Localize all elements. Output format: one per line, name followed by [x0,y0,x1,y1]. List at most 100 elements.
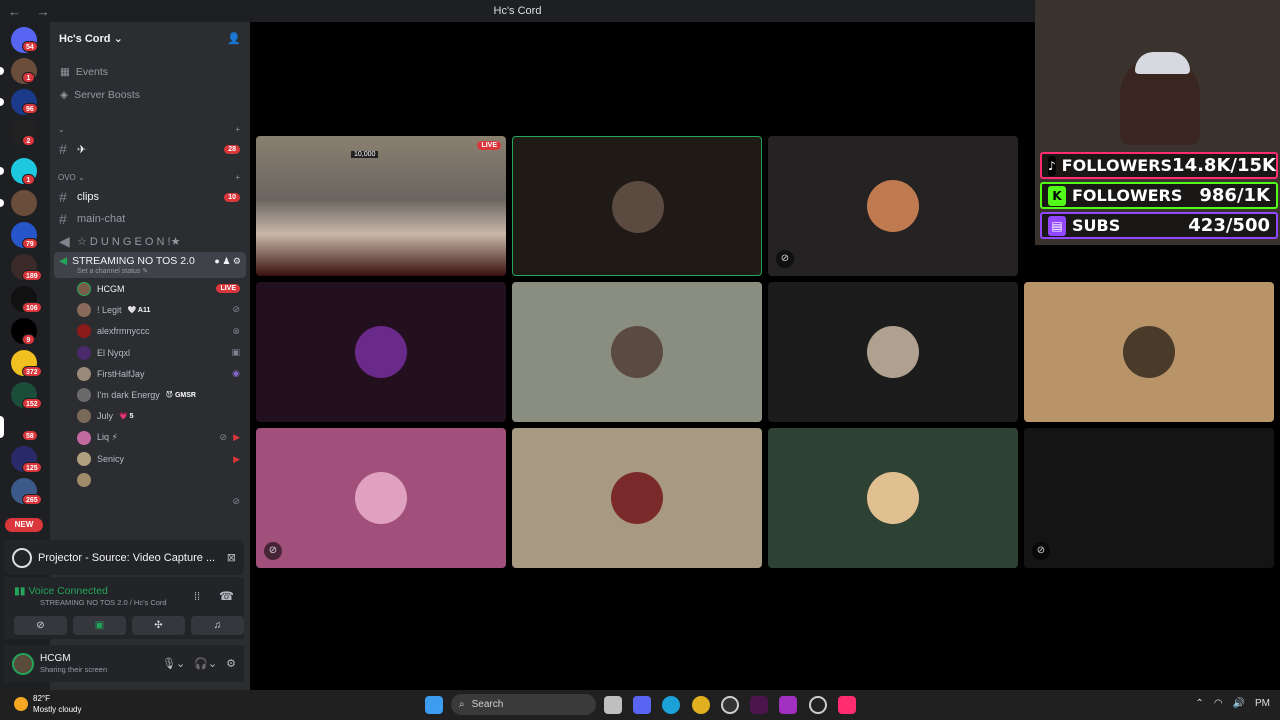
taskbar-search[interactable]: ⌕ Search [451,694,596,715]
unread-badge: 2 [22,135,35,146]
edge-icon[interactable] [662,696,680,714]
participant-tile-speaking[interactable] [512,136,762,276]
server-header[interactable]: Hc's Cord ⌄ 👤 [50,22,250,54]
search-icon: ⌕ [459,699,465,710]
avatar [77,409,91,424]
participant-tile[interactable] [1024,282,1274,422]
activities-button[interactable]: ✣ [132,616,185,635]
app-icon[interactable] [779,696,797,714]
score-readout: 10,000 [351,151,379,158]
muted-icon: ⊘ [264,542,282,560]
chrome-icon[interactable] [692,696,710,714]
add-channel-icon[interactable]: + [235,173,240,182]
media-player-icon[interactable] [721,696,739,714]
add-channel-icon[interactable]: + [235,125,240,134]
participant-tile[interactable]: ⊘ [1024,428,1274,568]
voice-channel-active[interactable]: ◀ STREAMING NO TOS 2.0 ● ♟ ⚙ Set a chann… [54,252,246,278]
participant-tile[interactable]: ⊘ [768,136,1018,276]
unread-badge: 189 [22,270,42,281]
clock[interactable]: PM [1255,698,1270,709]
avatar [77,430,91,445]
slack-icon[interactable] [750,696,768,714]
server-icon[interactable] [11,190,37,216]
participant-tile[interactable] [768,428,1018,568]
participant-tile[interactable] [512,428,762,568]
voice-user[interactable]: El Nyqxl ▣ [50,342,250,363]
voice-user[interactable] [50,470,250,491]
channel-status[interactable]: Set a channel status ✎ [77,267,241,275]
invite-people-icon[interactable]: 👤 [227,32,241,45]
windows-taskbar: 82°F Mostly cloudy ⌕ Search ⌃ ◠ 🔊 PM [0,690,1280,720]
channel-dungeon[interactable]: ◀ ☆ D U N G E O N !★ [50,230,250,252]
participant-tile[interactable] [256,282,506,422]
chat-icon[interactable]: ● ♟ ⚙ [214,256,241,267]
stream-tile[interactable]: 10,000 LIVE [256,136,506,276]
voice-user[interactable]: HCGM LIVE [50,278,250,299]
user-status: Sharing their screen [40,665,108,674]
channel-main-chat[interactable]: # main-chat [50,208,250,230]
voice-user[interactable]: alexfrmnyccc ⊗ [50,321,250,342]
wifi-icon[interactable]: ◠ [1214,698,1223,709]
voice-user-row-empty: ⊘ [50,491,250,512]
unread-badge: 79 [22,238,38,249]
voice-user[interactable]: July 💗 5 [50,406,250,427]
disconnect-icon[interactable]: ☎ [219,589,234,603]
events-item[interactable]: ▦ Events [60,60,240,83]
unread-badge: 1 [22,174,35,185]
tiktok-taskbar-icon[interactable] [838,696,856,714]
unread-badge: 54 [22,41,38,52]
server-name[interactable]: Hc's Cord ⌄ [59,32,123,45]
live-badge: LIVE [477,141,501,150]
speaker-icon: ◀ [59,232,70,249]
voice-user[interactable]: FirstHalfJay ◉ [50,363,250,384]
voice-user[interactable]: I'm dark Energy 😈 GMSR [50,384,250,405]
hash-icon: # [59,211,67,227]
microphone-icon[interactable]: 🎙⌄ [162,657,185,670]
channel-clips[interactable]: # clips 10 [50,186,250,208]
twitch-subs-goal: ▤ SUBS 423/500 [1040,212,1278,239]
settings-gear-icon[interactable]: ⚙ [226,657,236,670]
chevron-up-icon[interactable]: ⌃ [1195,698,1203,709]
speaker-tray-icon[interactable]: 🔊 [1233,698,1245,709]
headphones-icon[interactable]: 🎧⌄ [194,657,217,670]
file-explorer-icon[interactable] [604,696,622,714]
connection-icon: ▮▮ Voice Connected [14,585,108,597]
participant-avatar [611,472,663,524]
voice-location[interactable]: STREAMING NO TOS 2.0 / Hc's Cord [40,598,167,607]
unread-badge: 372 [22,366,42,377]
voice-user[interactable]: ! Legit 🤍 A11 ⊘ [50,299,250,320]
participant-tile[interactable] [512,282,762,422]
camera-off-button[interactable]: ⊘ [14,616,67,635]
close-popout-icon[interactable]: ⊠ [227,551,236,564]
kick-followers-goal: K FOLLOWERS 986/1K [1040,182,1278,209]
new-badge[interactable]: NEW [5,518,43,532]
server-boosts-item[interactable]: ◈ Server Boosts [60,83,240,106]
twitch-icon: ▤ [1048,215,1066,236]
tiktok-icon: ♪ [1048,155,1056,176]
activity-icon: ◉ [232,368,240,379]
participant-avatar [867,472,919,524]
voice-user[interactable]: Liq ⚡ ⊘ ▶ [50,427,250,448]
projector-panel[interactable]: Projector - Source: Video Capture ... ⊠ [4,540,244,575]
avatar [77,345,91,360]
soundboard-button[interactable]: ♫ [191,616,244,635]
participant-tile[interactable]: ⊘ [256,428,506,568]
obs-taskbar-icon[interactable] [809,696,827,714]
category-header[interactable]: ⌄ + [50,120,250,138]
channel-plane[interactable]: # ✈ 28 [50,138,250,160]
user-name: HCGM [40,653,71,664]
unread-badge: 125 [22,462,42,473]
windows-start-icon[interactable] [425,696,443,714]
unread-pill [0,199,4,207]
discord-taskbar-icon[interactable] [633,696,651,714]
hash-icon: # [59,141,67,157]
participant-tile[interactable] [768,282,1018,422]
system-tray: ⌃ ◠ 🔊 PM [1195,698,1270,709]
category-ovo[interactable]: OVO ⌄ + [50,168,250,186]
voice-user[interactable]: Senicy ▶ [50,448,250,469]
screen-share-button[interactable]: ▣ [73,616,126,635]
user-avatar[interactable] [12,652,34,675]
mention-count: 28 [224,144,240,154]
noise-suppression-icon[interactable]: ⁞⁞ [194,591,200,603]
weather-widget[interactable]: 82°F Mostly cloudy [14,693,81,715]
